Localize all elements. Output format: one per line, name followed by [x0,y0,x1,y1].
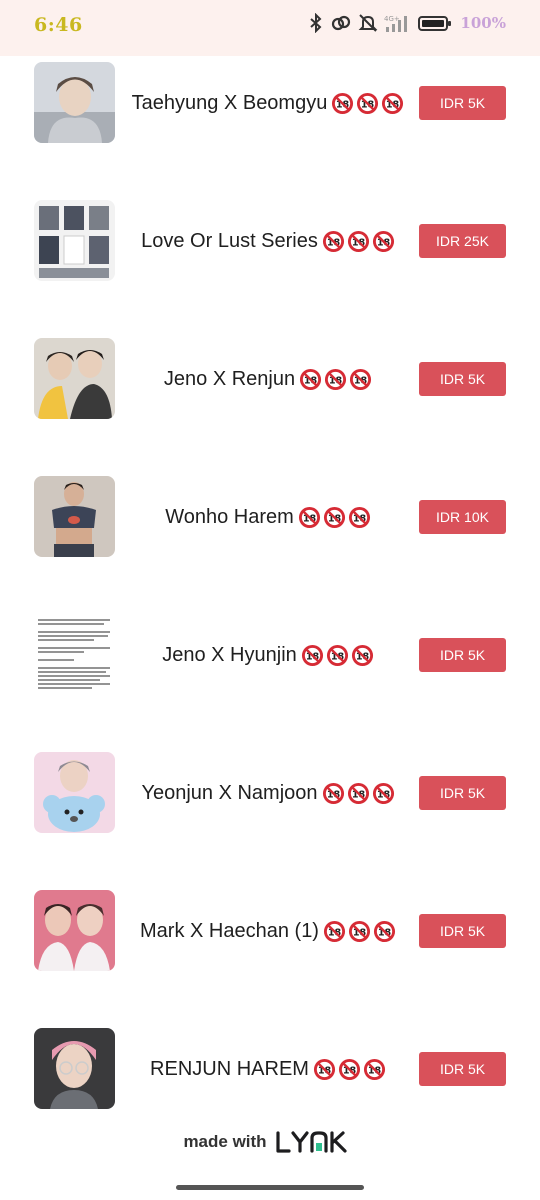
adult-18-icon: 18 [326,644,348,666]
adult-18-icon: 18 [332,92,354,114]
status-icons: 4G+ 100% [308,13,506,33]
price-button[interactable]: IDR 5K [419,362,506,396]
adult-18-icon: 18 [322,782,344,804]
age-badges: 18 18 18 [323,920,396,943]
adult-18-icon: 18 [372,230,394,252]
svg-text:4G+: 4G+ [384,15,400,23]
age-badges: 18 18 18 [313,1058,386,1081]
age-badges: 18 18 18 [298,506,371,529]
adult-18-icon: 18 [382,92,404,114]
product-thumbnail[interactable] [34,200,115,281]
product-title-wrap: Love Or Lust Series 18 18 18 [118,200,418,282]
product-row[interactable]: Mark X Haechan (1) 18 18 18 IDR 5K [0,890,540,972]
product-thumbnail[interactable] [34,476,115,557]
bluetooth-icon [310,13,322,33]
price-button[interactable]: IDR 25K [419,224,506,258]
product-row[interactable]: Love Or Lust Series 18 18 18 IDR 25K [0,200,540,282]
adult-18-icon: 18 [325,368,347,390]
age-badges: 18 18 18 [331,92,404,115]
battery-icon [418,16,452,31]
home-indicator[interactable] [176,1185,364,1190]
price-button[interactable]: IDR 5K [419,914,506,948]
status-bar: 6:46 4G+ 100% [0,0,540,56]
adult-18-icon: 18 [300,368,322,390]
product-row[interactable]: Jeno X Renjun 18 18 18 IDR 5K [0,338,540,420]
price-button[interactable]: IDR 5K [419,86,506,120]
product-thumbnail[interactable] [34,62,115,143]
product-thumbnail[interactable] [34,752,115,833]
price-button[interactable]: IDR 5K [419,638,506,672]
product-title: Yeonjun X Namjoon [141,781,318,804]
adult-18-icon: 18 [372,782,394,804]
battery-percentage: 100% [460,14,506,32]
footer[interactable]: made with [0,1126,540,1158]
product-title: RENJUN HAREM [150,1057,309,1080]
mute-icon [359,14,378,32]
adult-18-icon: 18 [301,644,323,666]
product-title-wrap: Jeno X Hyunjin 18 18 18 [118,614,418,696]
lynk-logo [275,1131,347,1153]
product-title-wrap: Mark X Haechan (1) 18 18 18 [118,890,418,972]
product-thumbnail[interactable] [34,890,115,971]
product-row[interactable]: Jeno X Hyunjin 18 18 18 IDR 5K [0,614,540,696]
product-row[interactable]: Wonho Harem 18 18 18 IDR 10K [0,476,540,558]
price-button[interactable]: IDR 5K [419,776,506,810]
age-badges: 18 18 18 [301,644,374,667]
adult-18-icon: 18 [322,230,344,252]
product-title: Taehyung X Beomgyu [131,91,328,114]
age-badges: 18 18 18 [322,782,395,805]
product-row[interactable]: RENJUN HAREM 18 18 18 IDR 5K [0,1028,540,1110]
price-button[interactable]: IDR 5K [419,1052,506,1086]
adult-18-icon: 18 [323,506,345,528]
adult-18-icon: 18 [313,1058,335,1080]
product-title-wrap: Yeonjun X Namjoon 18 18 18 [118,752,418,834]
product-title: Mark X Haechan (1) [140,919,319,942]
age-badges: 18 18 18 [322,230,395,253]
product-title: Jeno X Hyunjin [162,643,297,666]
adult-18-icon: 18 [298,506,320,528]
signal-icon: 4G+ [384,15,408,32]
product-thumbnail[interactable] [34,614,115,695]
adult-18-icon: 18 [357,92,379,114]
product-thumbnail[interactable] [34,338,115,419]
adult-18-icon: 18 [363,1058,385,1080]
product-title-wrap: RENJUN HAREM 18 18 18 [118,1028,418,1110]
adult-18-icon: 18 [348,920,371,942]
adult-18-icon: 18 [347,230,369,252]
adult-18-icon: 18 [350,368,372,390]
product-title-wrap: Taehyung X Beomgyu 18 18 18 [118,62,418,144]
adult-18-icon: 18 [348,506,370,528]
made-with-label: made with [183,1132,267,1151]
product-thumbnail[interactable] [34,1028,115,1109]
adult-18-icon: 18 [373,920,396,942]
age-badges: 18 18 18 [299,368,372,391]
product-title-wrap: Jeno X Renjun 18 18 18 [118,338,418,420]
product-title: Jeno X Renjun [163,367,296,390]
adult-18-icon: 18 [323,920,346,942]
price-button[interactable]: IDR 10K [419,500,506,534]
adult-18-icon: 18 [351,644,373,666]
product-row[interactable]: Taehyung X Beomgyu 18 18 18 IDR 5K [0,62,540,144]
adult-18-icon: 18 [347,782,369,804]
adult-18-icon: 18 [338,1058,360,1080]
link-icon [332,15,351,31]
product-row[interactable]: Yeonjun X Namjoon 18 18 18 IDR 5K [0,752,540,834]
product-title: Love Or Lust Series [141,229,318,252]
status-time: 6:46 [34,14,83,36]
product-title-wrap: Wonho Harem 18 18 18 [118,476,418,558]
product-title: Wonho Harem [165,505,294,528]
